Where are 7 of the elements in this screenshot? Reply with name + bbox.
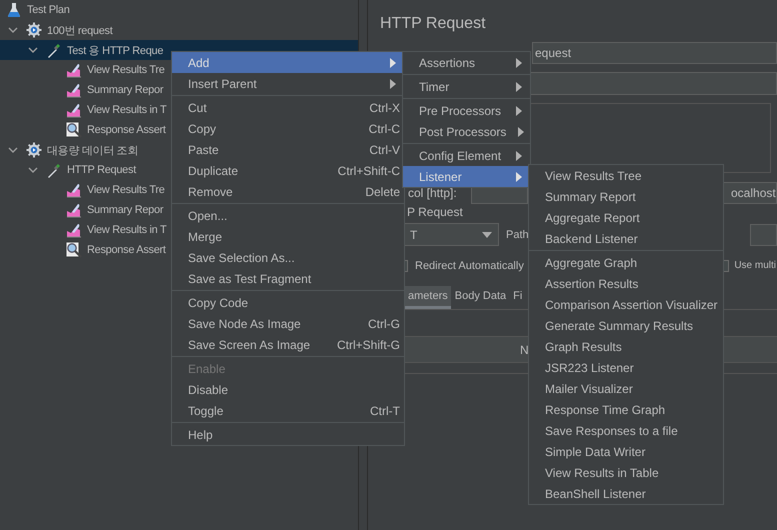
panel-title: HTTP Request — [379, 14, 487, 34]
section-label: P Request — [407, 205, 463, 219]
column-header: N — [520, 342, 529, 356]
checkbox-label: Redirect Automatically — [415, 260, 524, 272]
path-label: Path — [506, 228, 529, 240]
protocol-label: col [http]: — [408, 186, 458, 200]
checkbox-label: Use multi — [734, 260, 776, 271]
